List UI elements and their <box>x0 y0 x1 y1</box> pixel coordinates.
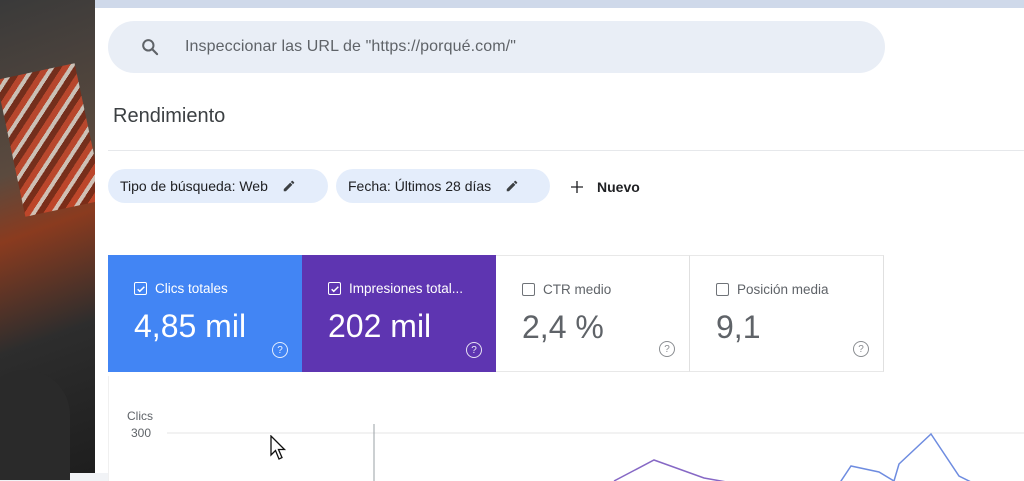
chart-plot <box>167 424 1024 481</box>
filter-chip-search-type[interactable]: Tipo de búsqueda: Web <box>108 169 328 203</box>
help-icon[interactable]: ? <box>272 342 288 358</box>
series-line-clicks <box>840 432 971 481</box>
divider <box>108 150 1024 151</box>
url-inspection-search[interactable]: Inspeccionar las URL de "https://porqué.… <box>108 21 885 73</box>
help-icon[interactable]: ? <box>853 341 869 357</box>
side-photo-person <box>0 370 70 480</box>
search-input[interactable]: Inspeccionar las URL de "https://porqué.… <box>185 38 516 56</box>
metric-card-clicks[interactable]: Clics totales 4,85 mil ? <box>108 255 302 372</box>
filter-chip-label: Fecha: Últimos 28 días <box>348 178 492 194</box>
metric-card-impressions[interactable]: Impresiones total... 202 mil ? <box>302 255 496 372</box>
help-icon[interactable]: ? <box>659 341 675 357</box>
checkbox-icon[interactable] <box>134 282 147 295</box>
filter-chip-label: Tipo de búsqueda: Web <box>120 178 268 194</box>
top-bar <box>95 0 1024 8</box>
new-filter-button[interactable]: Nuevo <box>569 173 640 201</box>
checkbox-icon[interactable] <box>328 282 341 295</box>
metric-label: CTR medio <box>543 282 612 297</box>
side-photo-detail <box>0 63 104 217</box>
edit-icon[interactable] <box>282 179 296 193</box>
help-icon[interactable]: ? <box>466 342 482 358</box>
metric-cards: Clics totales 4,85 mil ? Impresiones tot… <box>108 255 884 372</box>
checkbox-icon[interactable] <box>716 283 729 296</box>
search-icon <box>142 39 159 56</box>
page-title: Rendimiento <box>113 105 226 127</box>
metric-card-position[interactable]: Posición media 9,1 ? <box>690 255 884 372</box>
edit-icon[interactable] <box>505 179 519 193</box>
checkbox-icon[interactable] <box>522 283 535 296</box>
series-line-impressions <box>613 459 726 481</box>
plus-icon <box>571 181 583 193</box>
performance-chart: Clics 300 <box>108 376 1024 481</box>
filter-chip-date[interactable]: Fecha: Últimos 28 días <box>336 169 550 203</box>
cursor-icon <box>270 435 287 460</box>
metric-card-ctr[interactable]: CTR medio 2,4 % ? <box>496 255 690 372</box>
metric-value: 4,85 mil <box>134 308 247 344</box>
side-photo <box>0 0 104 480</box>
metric-label: Clics totales <box>155 281 228 296</box>
main-panel: Inspeccionar las URL de "https://porqué.… <box>95 8 1024 481</box>
new-filter-label: Nuevo <box>597 179 640 195</box>
metric-label: Impresiones total... <box>349 281 464 296</box>
metric-value: 202 mil <box>328 308 432 344</box>
metric-label: Posición media <box>737 282 829 297</box>
